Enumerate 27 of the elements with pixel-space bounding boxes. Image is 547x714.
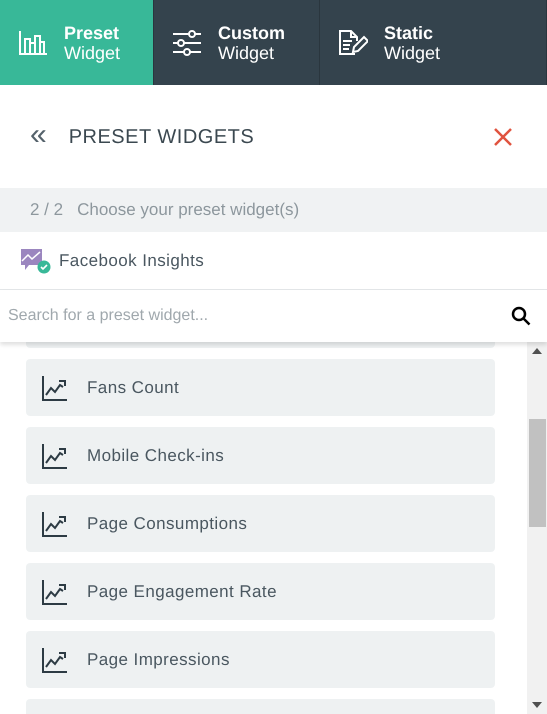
back-button[interactable]: « <box>30 120 47 150</box>
panel-title: PRESET WIDGETS <box>68 124 256 150</box>
scroll-down-icon[interactable] <box>532 702 542 708</box>
bar-chart-icon <box>18 30 48 56</box>
widget-item[interactable]: Page Consumptions <box>26 495 495 552</box>
step-label: Choose your preset widget(s) <box>77 199 300 222</box>
sliders-icon <box>172 30 202 56</box>
document-edit-icon <box>338 30 368 56</box>
line-chart-icon <box>41 442 67 468</box>
line-chart-icon <box>41 374 67 400</box>
close-button[interactable] <box>493 126 513 146</box>
chart-check-icon <box>20 248 51 274</box>
line-chart-icon <box>41 510 67 536</box>
widget-item[interactable]: Fans Count <box>26 359 495 416</box>
search-field[interactable]: Search for a preset widget... <box>0 290 547 342</box>
scrollbar[interactable] <box>527 342 547 714</box>
widget-item[interactable]: Mobile Check-ins <box>26 427 495 484</box>
widget-item[interactable]: Page Engagement Rate <box>26 563 495 620</box>
line-chart-icon <box>41 646 67 672</box>
close-icon <box>493 126 513 146</box>
source-name: Facebook Insights <box>59 250 204 272</box>
search-icon <box>511 306 531 326</box>
step-counter: 2 / 2 <box>30 199 64 222</box>
widget-item[interactable]: Page Impressions <box>26 631 495 688</box>
scroll-up-icon[interactable] <box>532 348 542 354</box>
scroll-thumb[interactable] <box>528 419 546 527</box>
line-chart-icon <box>41 578 67 604</box>
